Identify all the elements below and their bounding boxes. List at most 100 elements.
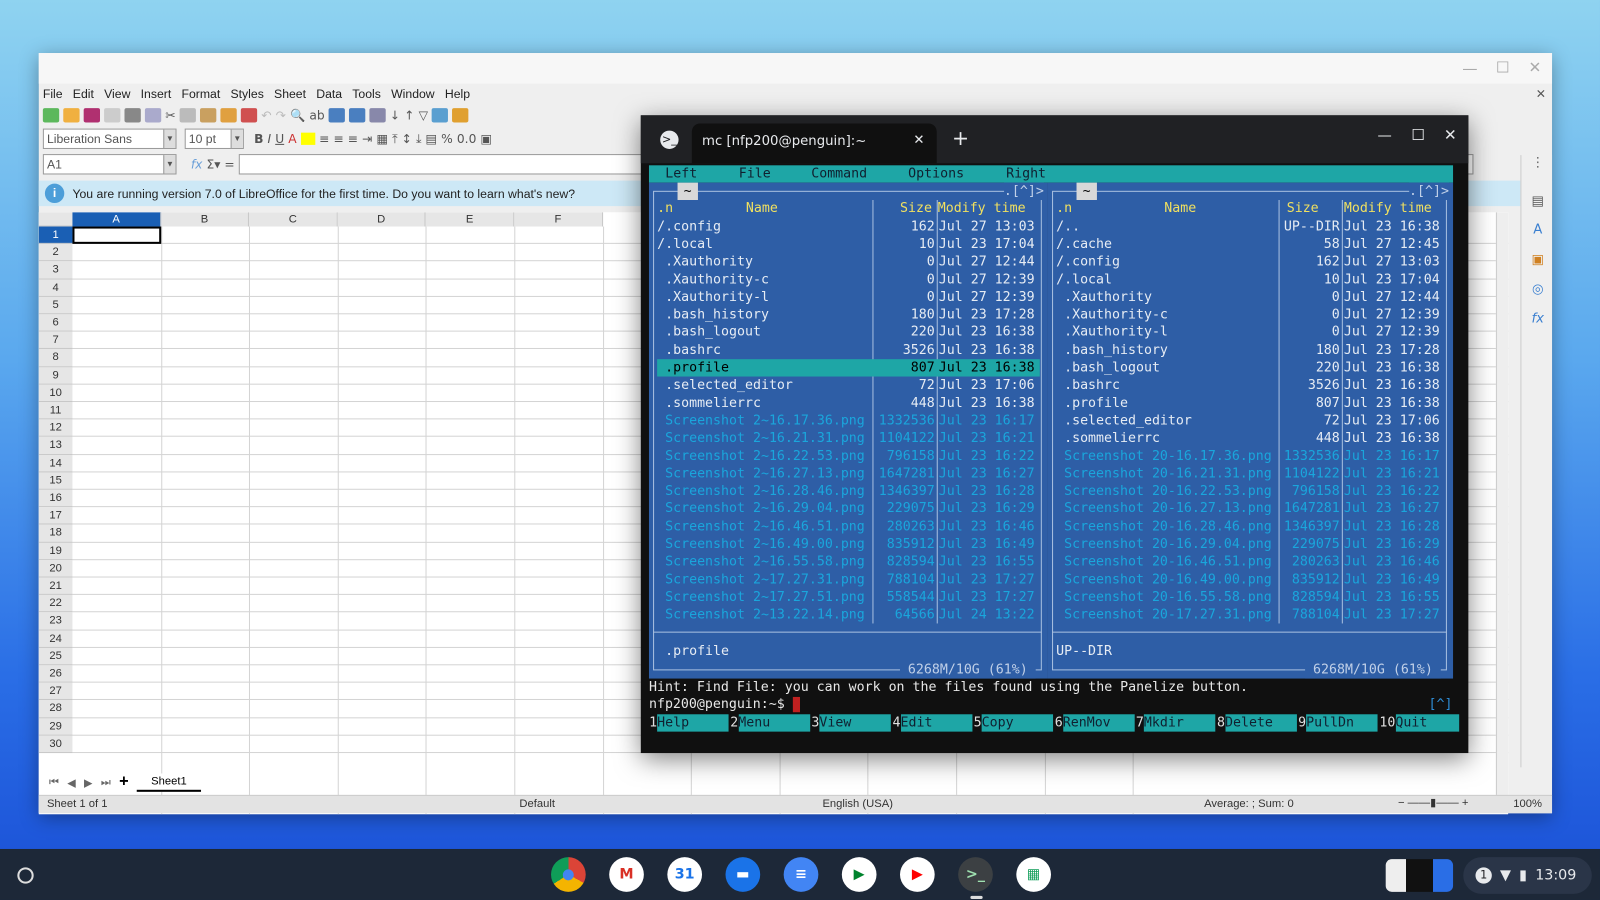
name-box[interactable]: A1 ▼ bbox=[42, 154, 177, 175]
menu-insert[interactable]: Insert bbox=[141, 87, 172, 105]
minimize-icon[interactable]: — bbox=[1378, 128, 1392, 144]
row-header[interactable]: 19 bbox=[38, 542, 73, 560]
mc-menu-right[interactable]: Right bbox=[1006, 165, 1046, 183]
close-icon[interactable]: ✕ bbox=[1444, 126, 1457, 144]
row-header[interactable]: 23 bbox=[38, 612, 73, 631]
language[interactable]: English (USA) bbox=[822, 798, 892, 810]
row-header[interactable]: 2 bbox=[38, 244, 73, 262]
row-header[interactable]: 6 bbox=[38, 314, 73, 332]
clear-formatting-icon[interactable] bbox=[240, 108, 258, 123]
chevron-down-icon[interactable]: ▼ bbox=[163, 129, 176, 148]
close-document-icon[interactable]: ✕ bbox=[1536, 87, 1546, 101]
align-right-icon[interactable]: ≡ bbox=[348, 132, 358, 146]
menu-window[interactable]: Window bbox=[391, 87, 435, 105]
calendar-icon[interactable]: 31 bbox=[667, 857, 703, 892]
file-row[interactable]: Screenshot 2~16.17.36.png 1332536 Jul 23 1… bbox=[657, 412, 1040, 430]
row-header[interactable]: 1 bbox=[38, 226, 73, 245]
redo-icon[interactable]: ↷ bbox=[276, 108, 286, 122]
sort-descending-icon[interactable]: ↑ bbox=[404, 108, 414, 122]
wrap-icon[interactable]: ⇥ bbox=[362, 132, 372, 146]
add-sheet-icon[interactable]: + bbox=[119, 773, 129, 791]
file-row[interactable]: .selected_editor 72 Jul 23 17:06 bbox=[657, 377, 1040, 395]
underline-icon[interactable]: U bbox=[275, 132, 284, 146]
file-row[interactable]: .Xauthority 0 Jul 27 12:44 bbox=[1056, 289, 1445, 307]
active-cell-a1[interactable] bbox=[72, 226, 161, 245]
function-key-menu[interactable]: 2Menu bbox=[730, 714, 810, 732]
row-header[interactable]: 29 bbox=[38, 717, 73, 736]
column-header-name[interactable]: Name bbox=[746, 200, 778, 218]
prev-sheet-icon[interactable]: ◀ bbox=[67, 776, 76, 789]
highlight-icon[interactable] bbox=[300, 132, 316, 145]
function-key-mkdir[interactable]: 7Mkdir bbox=[1136, 714, 1216, 732]
file-row[interactable]: Screenshot 20-16.46.51.png 280263 Jul 23 1… bbox=[1056, 553, 1445, 571]
file-row[interactable]: .bash_logout 220 Jul 23 16:38 bbox=[1056, 359, 1445, 377]
next-sheet-icon[interactable]: ▶ bbox=[84, 776, 93, 789]
date-icon[interactable]: ▣ bbox=[480, 132, 492, 146]
left-panel[interactable]: ~ .[^]> .n Name Size Modify time/.config 162 Ju… bbox=[648, 182, 1048, 679]
row-header[interactable]: 30 bbox=[38, 735, 73, 754]
file-row[interactable]: .bash_history 180 Jul 23 17:28 bbox=[657, 306, 1040, 324]
file-row[interactable]: Screenshot 2~16.27.13.png 1647281 Jul 23 1… bbox=[657, 465, 1040, 483]
formula-icon[interactable]: = bbox=[224, 157, 234, 171]
file-row[interactable]: .sommelierrc 448 Jul 23 16:38 bbox=[1056, 430, 1445, 448]
menu-sheet[interactable]: Sheet bbox=[274, 87, 306, 105]
column-header[interactable]: A bbox=[72, 212, 161, 227]
column-header-time[interactable]: Modify time bbox=[1344, 200, 1432, 218]
file-row[interactable]: Screenshot 2~16.46.51.png 280263 Jul 23 16… bbox=[657, 518, 1040, 536]
right-panel[interactable]: ~ .[^]> .n Name Size Modify time/.. UP--DIR Jul… bbox=[1047, 182, 1454, 679]
row-header[interactable]: 5 bbox=[38, 296, 73, 315]
mc-menu-file[interactable]: File bbox=[739, 165, 771, 183]
file-row[interactable]: Screenshot 20-16.22.53.png 796158 Jul 23 1… bbox=[1056, 483, 1445, 501]
row-header[interactable]: 9 bbox=[38, 366, 73, 385]
meet-icon[interactable]: ▶ bbox=[841, 857, 877, 892]
terminal-icon[interactable]: >_ bbox=[958, 857, 993, 892]
navigator-icon[interactable]: ◎ bbox=[1530, 282, 1546, 298]
row-header[interactable]: 14 bbox=[38, 454, 73, 473]
file-row[interactable]: /.local 10 Jul 23 17:04 bbox=[657, 236, 1040, 254]
function-key-copy[interactable]: 5Copy bbox=[973, 714, 1054, 732]
file-row[interactable]: /.cache 58 Jul 27 12:45 bbox=[1056, 236, 1445, 254]
youtube-icon[interactable]: ▶ bbox=[899, 857, 935, 892]
corner-cell[interactable] bbox=[38, 212, 73, 227]
function-key-view[interactable]: 3View bbox=[811, 714, 891, 732]
sheets-icon[interactable]: ▦ bbox=[1016, 857, 1052, 892]
more-options-icon[interactable]: ⋮ bbox=[1530, 155, 1546, 171]
menu-tools[interactable]: Tools bbox=[352, 87, 381, 105]
function-key-edit[interactable]: 4Edit bbox=[892, 714, 972, 732]
function-key-pulldn[interactable]: 9PullDn bbox=[1298, 714, 1378, 732]
align-top-icon[interactable]: ⤒ bbox=[392, 131, 397, 146]
file-row[interactable]: Screenshot 20-16.49.00.png 835912 Jul 23 1… bbox=[1056, 571, 1445, 589]
row-header[interactable]: 4 bbox=[38, 279, 73, 297]
file-row[interactable]: .sommelierrc 448 Jul 23 16:38 bbox=[657, 394, 1040, 412]
chevron-down-icon[interactable]: ▼ bbox=[230, 129, 243, 148]
undo-icon[interactable]: ↶ bbox=[261, 108, 271, 122]
file-row[interactable]: /.. UP--DIR Jul 23 16:38 bbox=[1056, 218, 1445, 236]
last-sheet-icon[interactable]: ⏭ bbox=[101, 776, 111, 789]
menu-styles[interactable]: Styles bbox=[230, 87, 263, 105]
insert-image-icon[interactable] bbox=[432, 108, 449, 123]
mc-menu-command[interactable]: Command bbox=[811, 165, 867, 183]
terminal-tab[interactable]: mc [nfp200@penguin]:~ ✕ bbox=[691, 123, 937, 164]
file-row[interactable]: Screenshot 2~13.22.14.png 64566 Jul 24 13:… bbox=[657, 606, 1040, 624]
align-left-icon[interactable]: ≡ bbox=[319, 132, 329, 146]
new-icon[interactable] bbox=[42, 108, 60, 123]
column-header-name[interactable]: Name bbox=[1164, 200, 1196, 218]
first-sheet-icon[interactable]: ⏮ bbox=[49, 776, 59, 789]
column-header-n[interactable]: .n bbox=[657, 200, 673, 218]
function-wizard-icon[interactable]: fx bbox=[191, 157, 203, 171]
menu-format[interactable]: Format bbox=[181, 87, 220, 105]
menu-view[interactable]: View bbox=[104, 87, 130, 105]
files-icon[interactable]: ▬ bbox=[725, 857, 761, 892]
row-header[interactable]: 17 bbox=[38, 507, 73, 525]
menu-edit[interactable]: Edit bbox=[73, 87, 94, 105]
file-row[interactable]: Screenshot 20-16.27.13.png 1647281 Jul 23 … bbox=[1056, 500, 1445, 518]
print-preview-icon[interactable] bbox=[144, 108, 162, 123]
sheet-tab-sheet1[interactable]: Sheet1 bbox=[136, 773, 201, 792]
status-tray[interactable]: 1 ▼ ▮ 13:09 bbox=[1463, 857, 1592, 894]
functions-icon[interactable]: fx bbox=[1530, 311, 1546, 327]
sort-ascending-icon[interactable]: ↓ bbox=[390, 108, 400, 122]
file-row[interactable]: Screenshot 2~16.29.04.png 229075 Jul 23 16… bbox=[657, 500, 1040, 518]
align-middle-icon[interactable]: ↕ bbox=[402, 132, 412, 146]
function-key-delete[interactable]: 8Delete bbox=[1217, 714, 1297, 732]
number-icon[interactable]: 0.0 bbox=[457, 132, 476, 146]
